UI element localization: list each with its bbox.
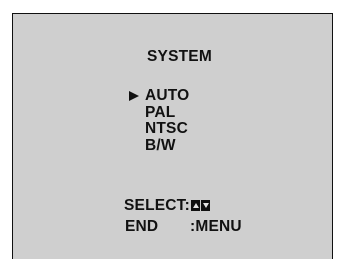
down-arrow-icon (201, 200, 210, 211)
select-hint: SELECT: (124, 198, 211, 215)
osd-screen: SYSTEM AUTO PAL NTSC B/W SELECT: END :MEN… (12, 13, 333, 259)
option-bw[interactable]: B/W (145, 137, 189, 155)
option-ntsc[interactable]: NTSC (145, 120, 189, 138)
menu-title: SYSTEM (147, 48, 212, 65)
selection-cursor-icon (129, 91, 139, 101)
up-arrow-icon (191, 200, 200, 211)
system-options-list: AUTO PAL NTSC B/W (145, 87, 189, 155)
option-auto[interactable]: AUTO (145, 87, 189, 105)
end-label: END (125, 218, 159, 235)
up-down-arrows-icon (191, 199, 211, 215)
end-menu-value: :MENU (190, 218, 242, 235)
end-hint: END :MENU (125, 219, 242, 235)
option-pal[interactable]: PAL (145, 104, 189, 122)
select-label: SELECT: (124, 197, 190, 214)
